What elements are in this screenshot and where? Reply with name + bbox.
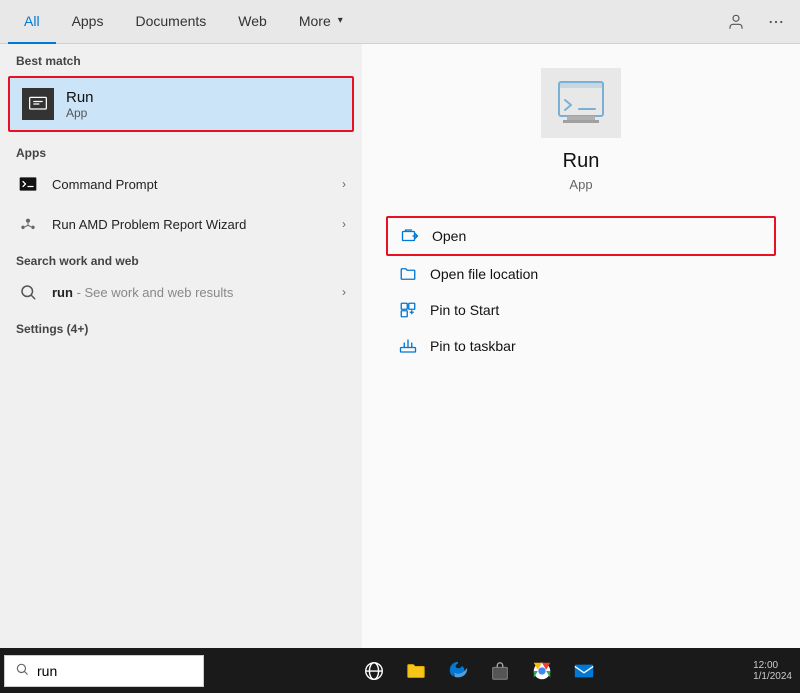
- taskbar: 12:001/1/2024: [0, 648, 800, 693]
- list-item-command-prompt-label: Command Prompt: [52, 177, 330, 192]
- watermark: wvcn.com: [756, 633, 796, 643]
- search-web-item[interactable]: run - See work and web results ›: [0, 272, 362, 312]
- amd-wizard-icon: [16, 212, 40, 236]
- tab-apps[interactable]: Apps: [56, 0, 120, 44]
- settings-label: Settings (4+): [0, 312, 362, 340]
- taskbar-search-input[interactable]: [37, 663, 193, 679]
- search-web-text: run - See work and web results: [52, 285, 330, 300]
- content-area: Best match Run App Apps: [0, 44, 800, 648]
- action-list: Open Open file location: [386, 216, 776, 364]
- left-panel: Best match Run App Apps: [0, 44, 362, 648]
- taskbar-search-icon: [15, 662, 29, 679]
- edge-icon[interactable]: [439, 652, 477, 690]
- tab-all[interactable]: All: [8, 0, 56, 44]
- app-preview-type: App: [569, 177, 592, 192]
- action-open-file-location[interactable]: Open file location: [386, 256, 776, 292]
- tab-bar: All Apps Documents Web More ▾: [0, 0, 800, 44]
- tab-web[interactable]: Web: [222, 0, 283, 44]
- pin-taskbar-icon: [398, 336, 418, 356]
- clock: 12:001/1/2024: [753, 660, 792, 682]
- command-prompt-icon: [16, 172, 40, 196]
- search-panel: All Apps Documents Web More ▾: [0, 0, 800, 648]
- tab-more[interactable]: More ▾: [283, 0, 359, 44]
- run-app-icon: [22, 88, 54, 120]
- action-open[interactable]: Open: [386, 216, 776, 256]
- action-open-label: Open: [432, 228, 466, 244]
- user-icon[interactable]: [720, 6, 752, 38]
- action-pin-taskbar[interactable]: Pin to taskbar: [386, 328, 776, 364]
- app-preview-name: Run: [563, 150, 600, 173]
- tab-bar-icons: [720, 6, 792, 38]
- action-pin-taskbar-label: Pin to taskbar: [430, 338, 516, 354]
- pin-start-icon: [398, 300, 418, 320]
- taskbar-search-box[interactable]: [4, 655, 204, 687]
- search-web-label: Search work and web: [0, 244, 362, 272]
- list-item-amd-label: Run AMD Problem Report Wizard: [52, 217, 330, 232]
- mail-icon[interactable]: [565, 652, 603, 690]
- app-preview-icon: [541, 68, 621, 138]
- action-open-file-label: Open file location: [430, 266, 538, 282]
- chevron-down-icon: ▾: [338, 15, 343, 26]
- tab-documents[interactable]: Documents: [119, 0, 222, 44]
- taskbar-icons: [204, 652, 753, 690]
- apps-section-label: Apps: [0, 136, 362, 164]
- file-explorer-icon[interactable]: [397, 652, 435, 690]
- app-preview: Run App: [386, 68, 776, 192]
- best-match-label: Best match: [0, 44, 362, 72]
- more-options-icon[interactable]: [760, 6, 792, 38]
- chrome-icon[interactable]: [523, 652, 561, 690]
- task-view-icon[interactable]: [355, 652, 393, 690]
- open-icon: [400, 226, 420, 246]
- search-web-arrow: ›: [342, 285, 346, 299]
- arrow-icon: ›: [342, 177, 346, 191]
- store-icon[interactable]: [481, 652, 519, 690]
- search-icon: [16, 280, 40, 304]
- best-match-type: App: [66, 106, 94, 120]
- list-item-command-prompt[interactable]: Command Prompt ›: [0, 164, 362, 204]
- best-match-item[interactable]: Run App: [8, 76, 354, 132]
- best-match-name: Run: [66, 89, 94, 106]
- tab-more-label: More: [299, 13, 331, 29]
- action-pin-start-label: Pin to Start: [430, 302, 499, 318]
- arrow-icon-2: ›: [342, 217, 346, 231]
- sys-tray: 12:001/1/2024: [753, 660, 800, 682]
- action-pin-start[interactable]: Pin to Start: [386, 292, 776, 328]
- right-panel: Run App Open: [362, 44, 800, 648]
- list-item-amd-wizard[interactable]: Run AMD Problem Report Wizard ›: [0, 204, 362, 244]
- open-file-location-icon: [398, 264, 418, 284]
